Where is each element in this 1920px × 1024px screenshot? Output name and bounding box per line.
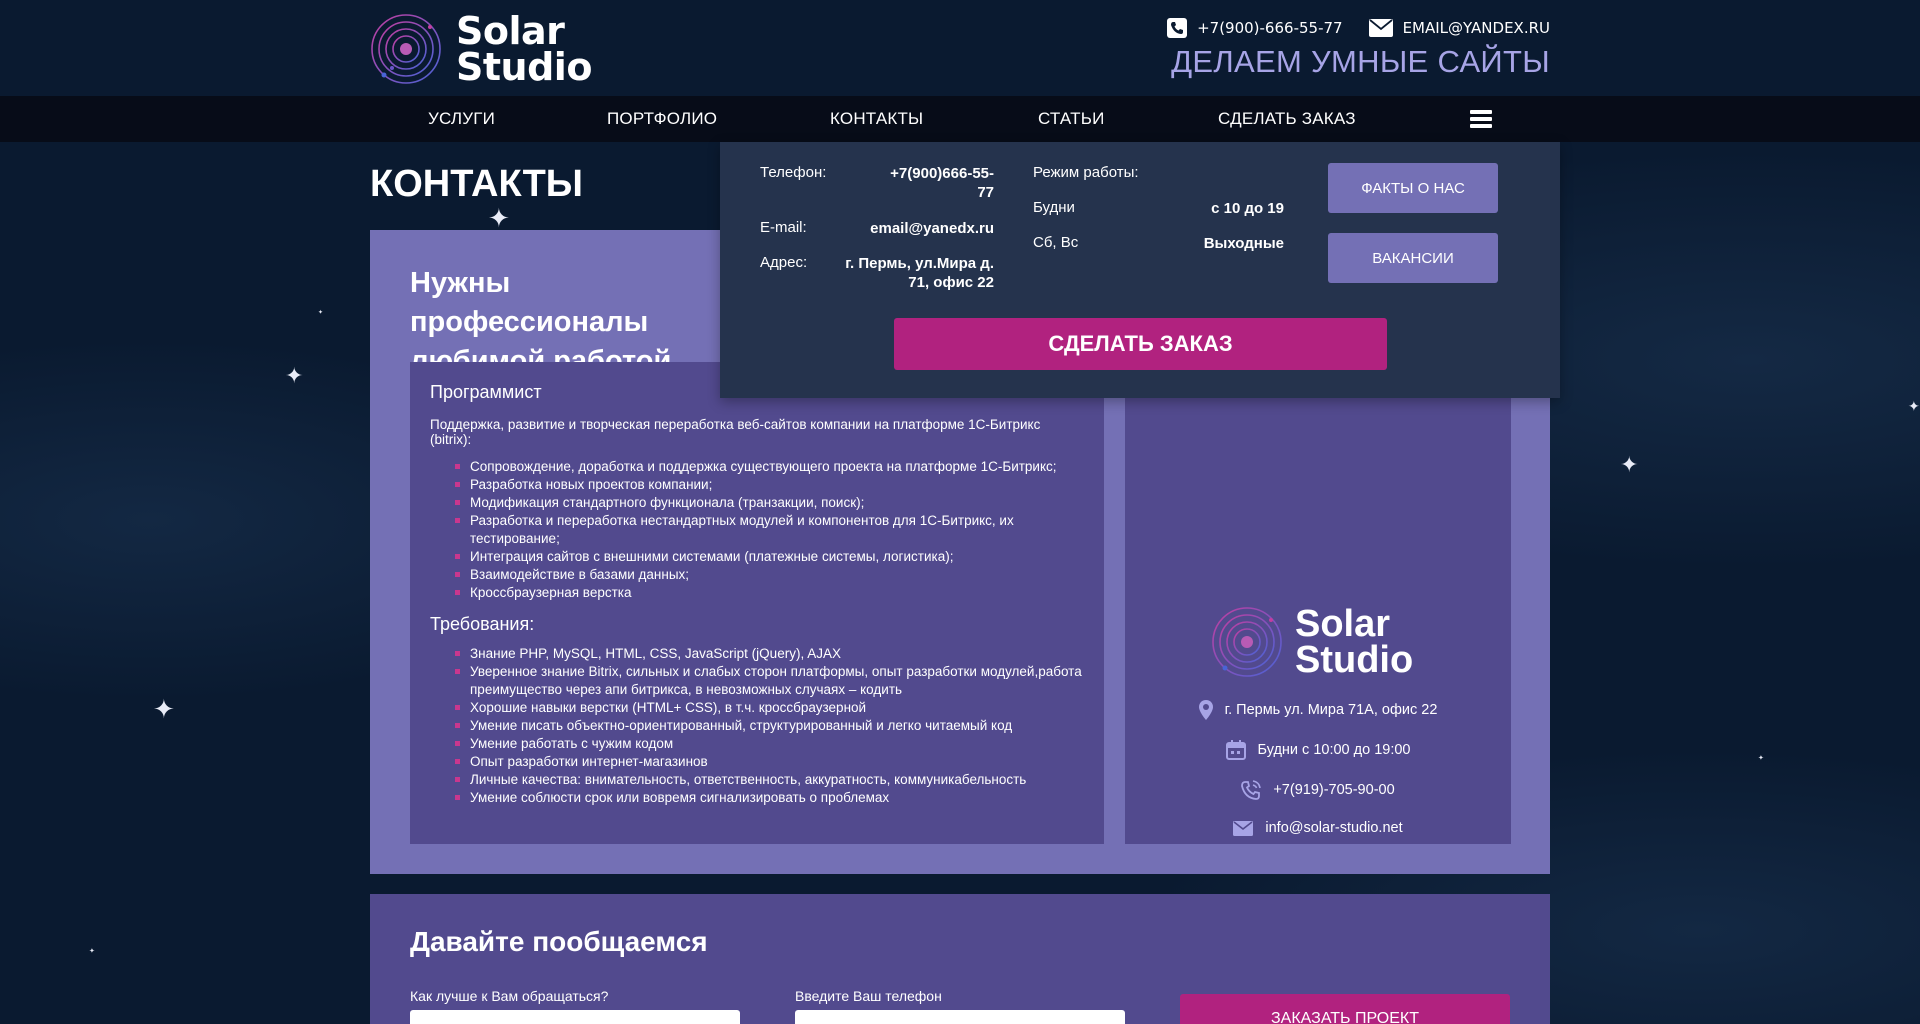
star-icon: ✦ <box>153 695 175 725</box>
list-item: Разработка и переработка нестандартных м… <box>455 512 1084 548</box>
dropdown-hours-label: Режим работы: <box>1033 164 1139 181</box>
name-input[interactable] <box>410 1010 740 1024</box>
phone-icon <box>1167 18 1188 38</box>
facts-button[interactable]: ФАКТЫ О НАС <box>1328 163 1498 213</box>
card-address: г. Пермь ул. Мира 71А, офис 22 <box>1125 700 1511 720</box>
dropdown-address-value: г. Пермь, ул.Мира д. 71, офис 22 <box>820 254 994 292</box>
star-icon: ✦ <box>318 309 324 316</box>
requirements-title: Требования: <box>430 614 535 634</box>
nav-item-contacts[interactable]: КОНТАКТЫ <box>830 109 923 129</box>
order-project-button[interactable]: ЗАКАЗАТЬ ПРОЕКТ <box>1180 994 1510 1024</box>
logo-wordmark: Solar Studio <box>456 9 592 89</box>
dropdown-phone-value[interactable]: +7(900)666-55- 77 <box>820 164 994 202</box>
star-icon: ✦ <box>89 947 95 955</box>
star-icon: ✦ <box>1758 754 1764 762</box>
calendar-icon <box>1225 740 1246 760</box>
card-logo: Solar Studio <box>1211 603 1414 681</box>
dropdown-email-value[interactable]: email@yanedx.ru <box>820 219 994 238</box>
logo-line-2: Studio <box>456 45 592 89</box>
list-item: Знание PHP, MySQL, HTML, CSS, JavaScript… <box>455 645 1084 663</box>
nav-inner: УСЛУГИ ПОРТФОЛИО КОНТАКТЫ СТАТЬИ СДЕЛАТЬ… <box>370 96 1550 142</box>
star-icon: ✦ <box>1620 453 1639 478</box>
header-phone-text: +7(900)-666-55-77 <box>1197 19 1343 37</box>
dropdown-phone-line-1: +7(900)666-55- <box>890 165 994 182</box>
dropdown-phone-label: Телефон: <box>760 164 827 181</box>
site-header: Solar Studio +7(900)-666-55-77 EMAIL@YAN… <box>0 0 1920 96</box>
card-email[interactable]: info@solar-studio.net <box>1125 820 1511 836</box>
list-item: Личные качества: внимательность, ответст… <box>455 771 1084 789</box>
card-logo-line-2: Studio <box>1295 639 1414 681</box>
dropdown-weekdays-label: Будни <box>1033 199 1075 216</box>
list-item: Разработка новых проектов компании; <box>455 476 1084 494</box>
list-item: Хорошие навыки верстки (HTML+ CSS), в т.… <box>455 699 1084 717</box>
vacancies-button[interactable]: ВАКАНСИИ <box>1328 233 1498 283</box>
logo-orbit-icon <box>371 14 441 84</box>
name-field-label: Как лучше к Вам обращаться? <box>410 988 609 1004</box>
card-phone[interactable]: +7(919)-705-90-00 <box>1125 780 1511 800</box>
list-item: Взаимодейcтвие в базами данных; <box>455 566 1084 584</box>
card-email-text: info@solar-studio.net <box>1265 820 1403 836</box>
location-pin-icon <box>1198 700 1213 720</box>
card-logo-wordmark: Solar Studio <box>1295 603 1414 681</box>
contacts-dropdown: Телефон: +7(900)666-55- 77 E-mail: email… <box>720 142 1560 398</box>
list-item: Уверенное знание Bitrix, сильных и слабы… <box>455 663 1084 699</box>
list-item: Умение работать с чужим кодом <box>455 735 1084 753</box>
header-contacts: +7(900)-666-55-77 EMAIL@YANDEX.RU <box>1167 18 1550 38</box>
phone-field-label: Введите Ваш телефон <box>795 988 942 1004</box>
site-logo[interactable]: Solar Studio <box>370 9 592 89</box>
envelope-icon <box>1233 820 1254 836</box>
logo-orbit-icon <box>1212 607 1282 677</box>
star-icon: ✦ <box>488 204 510 234</box>
card-hours-text: Будни с 10:00 до 19:00 <box>1257 742 1411 758</box>
list-item: Кроссбраузерная верстка <box>455 584 1084 602</box>
phone-input[interactable] <box>795 1010 1125 1024</box>
list-item: Опыт разработки интернет-магазинов <box>455 753 1084 771</box>
dropdown-weekdays-value: с 10 до 19 <box>1211 200 1284 217</box>
dropdown-weekend-label: Сб, Вс <box>1033 234 1079 251</box>
dropdown-address-line-2: 71, офис 22 <box>908 274 994 291</box>
mail-icon <box>1368 19 1393 37</box>
nav-item-portfolio[interactable]: ПОРТФОЛИО <box>607 109 717 129</box>
list-item: Умение соблюсти срок или вовремя сигнали… <box>455 789 1084 807</box>
header-phone[interactable]: +7(900)-666-55-77 <box>1167 18 1343 38</box>
list-item: Модификация стандартного функционала (тр… <box>455 494 1084 512</box>
card-address-text: г. Пермь ул. Мира 71А, офис 22 <box>1224 702 1438 718</box>
company-card: Solar Studio г. Пермь ул. Мира 71А, офис… <box>1125 362 1511 844</box>
phone-ringing-icon <box>1241 780 1262 800</box>
form-title: Давайте пообщаемся <box>410 926 708 957</box>
job-intro: Поддержка, развитие и творческая перераб… <box>430 417 1041 447</box>
list-item: Сопровождение, доработка и поддержка сущ… <box>455 458 1084 476</box>
list-item: Интеграция сайтов с внешними системами (… <box>455 548 1084 566</box>
order-button[interactable]: СДЕЛАТЬ ЗАКАЗ <box>894 318 1387 370</box>
dropdown-address-label: Адрес: <box>760 254 808 271</box>
header-tagline: ДЕЛАЕМ УМНЫЕ САЙТЫ <box>1171 44 1550 79</box>
requirements-list: Знание PHP, MySQL, HTML, CSS, JavaScript… <box>430 645 1084 807</box>
card-phone-text: +7(919)-705-90-00 <box>1273 782 1395 798</box>
hamburger-icon[interactable] <box>1470 110 1492 128</box>
header-email-text: EMAIL@YANDEX.RU <box>1402 19 1550 37</box>
logo-line-1: Solar <box>456 9 565 53</box>
star-icon: ✦ <box>1908 399 1920 415</box>
job-description: Программист Поддержка, развитие и творче… <box>410 362 1104 844</box>
dropdown-phone-line-2: 77 <box>977 184 994 201</box>
panel-title-line-1: Нужны профессионалы <box>410 267 649 338</box>
card-hours: Будни с 10:00 до 19:00 <box>1125 740 1511 760</box>
nav-item-order[interactable]: СДЕЛАТЬ ЗАКАЗ <box>1218 109 1356 129</box>
dropdown-address-line-1: г. Пермь, ул.Мира д. <box>845 255 994 272</box>
list-item: Умение писать объектно-ориентированный, … <box>455 717 1084 735</box>
star-icon: ✦ <box>285 364 304 389</box>
page-title: КОНТАКТЫ <box>370 163 584 205</box>
dropdown-weekend-value: Выходные <box>1203 235 1284 252</box>
contact-form-panel: Давайте пообщаемся Как лучше к Вам обращ… <box>370 894 1550 1024</box>
main-nav: УСЛУГИ ПОРТФОЛИО КОНТАКТЫ СТАТЬИ СДЕЛАТЬ… <box>0 96 1920 142</box>
nav-item-articles[interactable]: СТАТЬИ <box>1038 109 1105 129</box>
duties-list: Сопровождение, доработка и поддержка сущ… <box>430 458 1084 602</box>
dropdown-email-label: E-mail: <box>760 219 807 236</box>
nav-item-services[interactable]: УСЛУГИ <box>428 109 495 129</box>
header-email[interactable]: EMAIL@YANDEX.RU <box>1368 19 1550 37</box>
card-logo-line-1: Solar <box>1295 603 1391 645</box>
